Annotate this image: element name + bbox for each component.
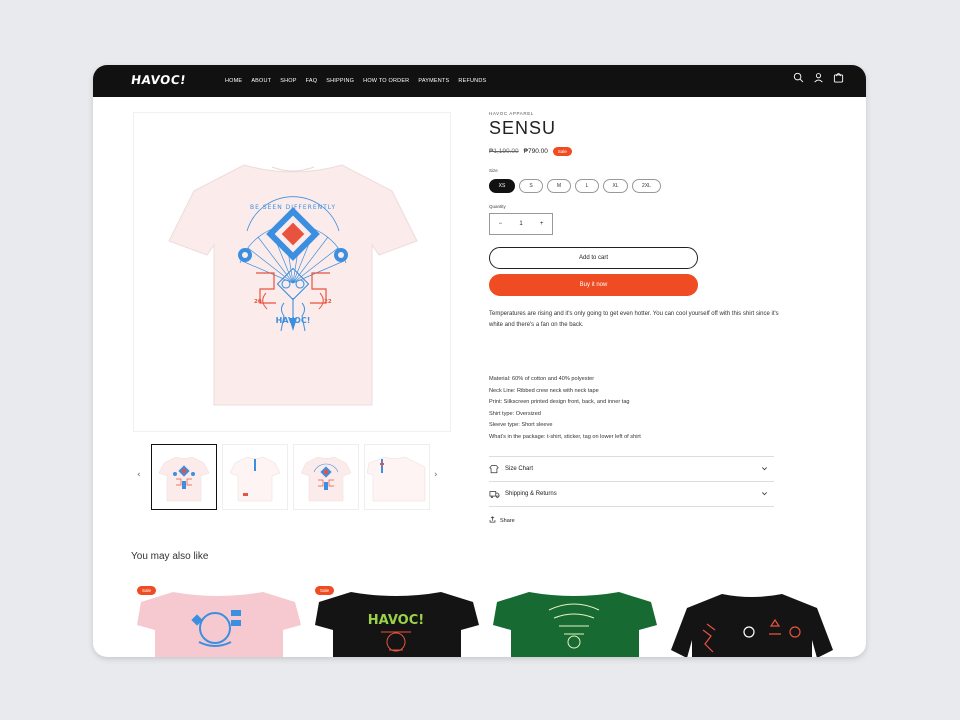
- product-title: SENSU: [489, 118, 557, 138]
- shirt-icon: [489, 463, 501, 475]
- thumbnail[interactable]: [222, 444, 288, 510]
- print-year-left: 20: [254, 299, 262, 305]
- chevron-down-icon: [761, 490, 768, 499]
- card-print-logo: HAVOC!: [368, 613, 424, 628]
- quantity-input[interactable]: 1: [519, 221, 522, 227]
- product-card[interactable]: [489, 580, 659, 657]
- share-button[interactable]: Share: [489, 516, 515, 525]
- site-header: HAVOC! HOME ABOUT SHOP FAQ SHIPPING HOW …: [93, 65, 866, 97]
- price-original: ₱1,190.00: [489, 148, 519, 155]
- spec-line: Material: 60% of cotton and 40% polyeste…: [489, 376, 595, 382]
- divider: [489, 506, 774, 507]
- minus-icon[interactable]: −: [499, 221, 503, 227]
- spec-line: Sleeve type: Short sleeve: [489, 422, 553, 429]
- nav-faq[interactable]: FAQ: [306, 78, 318, 84]
- quantity-stepper: − 1 +: [489, 213, 553, 235]
- chevron-down-icon: [761, 465, 768, 474]
- thumbnail[interactable]: [364, 444, 430, 510]
- sale-badge: Sale: [137, 586, 157, 595]
- nav-payments[interactable]: PAYMENTS: [418, 78, 449, 84]
- size-option-xs[interactable]: XS: [489, 179, 515, 193]
- sale-badge: Sale: [552, 147, 572, 156]
- share-label: Share: [500, 517, 515, 524]
- accordion-shipping-returns[interactable]: Shipping & Returns: [489, 481, 774, 506]
- nav-about[interactable]: ABOUT: [251, 78, 271, 84]
- spec-line: Print: Silkscreen printed design front, …: [489, 399, 630, 406]
- thumbnail[interactable]: [293, 444, 359, 510]
- price-row: ₱1,190.00 ₱790.00 Sale: [489, 147, 572, 156]
- spec-line: What's in the package: t-shirt, sticker,…: [489, 433, 641, 440]
- plus-icon[interactable]: +: [540, 221, 544, 227]
- spec-line: Shirt type: Oversized: [489, 410, 541, 417]
- nav-shipping[interactable]: SHIPPING: [326, 78, 354, 84]
- accordion-size-chart[interactable]: Size Chart: [489, 456, 774, 481]
- spec-line: Neck Line: Ribbed crew neck with neck ta…: [489, 387, 599, 394]
- header-icons: [793, 72, 844, 83]
- product-card[interactable]: HAVOC!: [311, 580, 481, 657]
- thumbnail[interactable]: [151, 444, 217, 510]
- thumbnail-strip: ‹ ›: [133, 444, 451, 510]
- truck-icon: [489, 488, 501, 500]
- site-logo[interactable]: HAVOC!: [130, 73, 187, 87]
- cart-icon[interactable]: [833, 72, 844, 83]
- print-logo: HAVOC!: [276, 316, 311, 325]
- main-nav: HOME ABOUT SHOP FAQ SHIPPING HOW TO ORDE…: [225, 65, 486, 97]
- size-option-2xl[interactable]: 2XL: [632, 179, 661, 193]
- quantity-label: Quantity: [489, 204, 506, 209]
- share-icon: [489, 516, 496, 525]
- thumb-prev-icon[interactable]: ‹: [137, 470, 141, 480]
- sale-badge: Sale: [315, 586, 335, 595]
- thumb-next-icon[interactable]: ›: [434, 470, 438, 480]
- recommendations-heading: You may also like: [131, 551, 209, 562]
- size-option-m[interactable]: M: [547, 179, 571, 193]
- buy-now-button[interactable]: Buy it now: [489, 274, 698, 296]
- size-option-l[interactable]: L: [575, 179, 599, 193]
- product-description: Temperatures are rising and it's only go…: [489, 311, 779, 328]
- product-card[interactable]: [133, 580, 303, 657]
- nav-how-to-order[interactable]: HOW TO ORDER: [363, 78, 409, 84]
- browser-frame: HAVOC! HOME ABOUT SHOP FAQ SHIPPING HOW …: [93, 65, 866, 657]
- product-vendor: HAVOC APPAREL: [489, 111, 534, 116]
- print-year-right: 22: [324, 299, 332, 305]
- size-label: Size: [489, 168, 498, 173]
- product-specs: Material: 60% of cotton and 40% polyeste…: [489, 374, 779, 444]
- size-option-s[interactable]: S: [519, 179, 543, 193]
- nav-shop[interactable]: SHOP: [280, 78, 296, 84]
- accordion-label: Size Chart: [505, 466, 534, 472]
- account-icon[interactable]: [813, 72, 824, 83]
- nav-refunds[interactable]: REFUNDS: [458, 78, 486, 84]
- product-card[interactable]: [667, 580, 837, 657]
- product-main-image[interactable]: BE SEEN DIFFERENTLY 20 22 HAVOC!: [133, 112, 451, 432]
- size-option-xl[interactable]: XL: [603, 179, 628, 193]
- nav-home[interactable]: HOME: [225, 78, 242, 84]
- accordion-label: Shipping & Returns: [505, 491, 557, 497]
- size-options: XS S M L XL 2XL: [489, 179, 661, 193]
- add-to-cart-button[interactable]: Add to cart: [489, 247, 698, 269]
- search-icon[interactable]: [793, 72, 804, 83]
- price-sale: ₱790.00: [523, 148, 548, 155]
